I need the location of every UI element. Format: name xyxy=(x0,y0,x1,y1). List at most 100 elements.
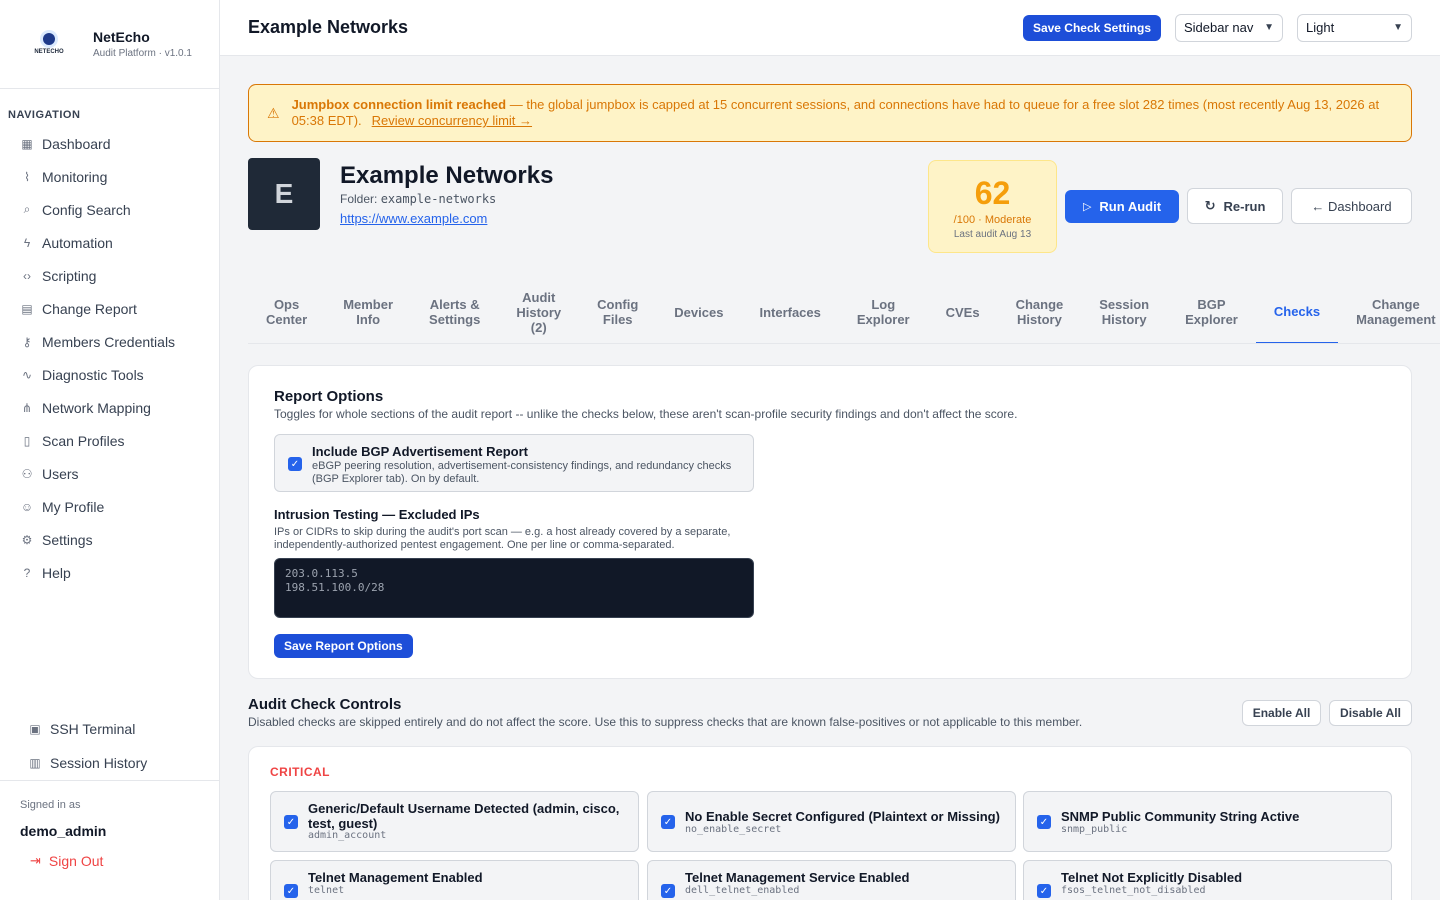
sidebar-item-diagnostic-tools[interactable]: ∿ Diagnostic Tools xyxy=(0,358,219,391)
bgp-report-checkbox[interactable]: ✓ xyxy=(288,457,302,471)
check-checkbox[interactable]: ✓ xyxy=(1037,884,1051,898)
sidebar-item-label: Settings xyxy=(42,531,93,548)
member-name: Example Networks xyxy=(340,162,554,189)
sidebar-item-settings[interactable]: ⚙ Settings xyxy=(0,523,219,556)
file-icon: ▯ xyxy=(23,433,31,448)
check-checkbox[interactable]: ✓ xyxy=(661,815,675,829)
nav-heading: NAVIGATION xyxy=(8,109,81,121)
tab-session-history[interactable]: Session History xyxy=(1081,280,1167,343)
check-checkbox[interactable]: ✓ xyxy=(284,884,298,898)
terminal-icon: ▣ xyxy=(29,722,41,736)
alert-title: Jumpbox connection limit reached xyxy=(291,97,507,112)
tab-cves[interactable]: CVEs xyxy=(928,280,998,343)
signed-in-panel: Signed in as demo_admin ⇥ Sign Out xyxy=(0,780,219,887)
tab-alerts-settings[interactable]: Alerts & Settings xyxy=(411,280,498,343)
rerun-button[interactable]: ↻ Re-run xyxy=(1187,188,1283,224)
bolt-icon: ϟ xyxy=(23,235,31,250)
sidebar-item-users[interactable]: ⚇ Users xyxy=(0,457,219,490)
search-icon: ⌕ xyxy=(23,202,31,216)
enable-all-button[interactable]: Enable All xyxy=(1242,700,1321,726)
check-item[interactable]: ✓ Telnet Management Service Enabled dell… xyxy=(647,860,1016,900)
checkmark-icon: ✓ xyxy=(663,885,673,897)
report-options-title: Report Options xyxy=(274,388,384,405)
bgp-report-title: Include BGP Advertisement Report xyxy=(312,444,528,459)
sidebar-item-dashboard[interactable]: ▦ Dashboard xyxy=(0,127,219,160)
check-checkbox[interactable]: ✓ xyxy=(1037,815,1051,829)
disable-all-button[interactable]: Disable All xyxy=(1329,700,1412,726)
tab-audit-history[interactable]: Audit History (2) xyxy=(498,280,579,343)
member-folder-label: Folder: xyxy=(340,192,381,206)
sidebar-item-scan-profiles[interactable]: ▯ Scan Profiles xyxy=(0,424,219,457)
check-item[interactable]: ✓ Telnet Not Explicitly Disabled fsos_te… xyxy=(1023,860,1392,900)
sidebar-item-session-history[interactable]: ▥ Session History xyxy=(0,746,219,780)
page-title: Example Networks xyxy=(248,17,409,37)
tab-interfaces[interactable]: Interfaces xyxy=(741,280,838,343)
activity-icon: ⌇ xyxy=(24,169,30,184)
sign-out-button[interactable]: ⇥ Sign Out xyxy=(30,853,199,869)
check-code: admin_account xyxy=(308,830,387,841)
sidebar-item-change-report[interactable]: ▤ Change Report xyxy=(0,292,219,325)
last-audit-date: Last audit Aug 13 xyxy=(953,229,1032,240)
back-to-dashboard-button[interactable]: ← Dashboard xyxy=(1291,188,1412,224)
bgp-report-option[interactable]: ✓ Include BGP Advertisement Report eBGP … xyxy=(274,434,754,492)
sidebar-item-config-search[interactable]: ⌕ Config Search xyxy=(0,193,219,226)
sidebar-item-scripting[interactable]: ‹› Scripting xyxy=(0,259,219,292)
check-code: no_enable_secret xyxy=(685,824,782,835)
sidebar-item-label: Scripting xyxy=(42,267,97,284)
sidebar-item-label: Network Mapping xyxy=(42,399,151,416)
excluded-ips-textarea[interactable]: 203.0.113.5 198.51.100.0/28 xyxy=(274,558,754,618)
report-options-description: Toggles for whole sections of the audit … xyxy=(274,407,1018,421)
tab-devices[interactable]: Devices xyxy=(656,280,741,343)
netecho-logo: NETECHO xyxy=(30,25,68,63)
logo-mark-icon xyxy=(43,33,55,45)
main-content: ⚠ Jumpbox connection limit reached — the… xyxy=(248,84,1412,258)
save-report-options-button[interactable]: Save Report Options xyxy=(274,634,413,658)
save-check-settings-button[interactable]: Save Check Settings xyxy=(1022,14,1161,41)
brand-name: NetEcho xyxy=(93,29,150,45)
check-item[interactable]: ✓ Generic/Default Username Detected (adm… xyxy=(270,791,639,852)
chevron-down-icon: ▼ xyxy=(1264,22,1274,33)
tab-change-history[interactable]: Change History xyxy=(998,280,1082,343)
check-checkbox[interactable]: ✓ xyxy=(284,815,298,829)
tab-ops-center[interactable]: Ops Center xyxy=(248,280,325,343)
sidebar-item-members-credentials[interactable]: ⚷ Members Credentials xyxy=(0,325,219,358)
jumpbox-alert: ⚠ Jumpbox connection limit reached — the… xyxy=(248,84,1412,142)
member-folder: Folder: example-networks xyxy=(340,192,496,206)
sidebar-item-automation[interactable]: ϟ Automation xyxy=(0,226,219,259)
audit-check-controls-description: Disabled checks are skipped entirely and… xyxy=(248,715,1083,729)
tab-log-explorer[interactable]: Log Explorer xyxy=(839,280,928,343)
warning-icon: ⚠ xyxy=(267,104,280,121)
tab-member-info[interactable]: Member Info xyxy=(325,280,411,343)
checkmark-icon: ✓ xyxy=(1039,885,1049,897)
key-icon: ⚷ xyxy=(22,334,32,349)
sidebar-nav-select[interactable]: Sidebar nav ▼ xyxy=(1175,13,1283,42)
sidebar-item-label: Automation xyxy=(42,234,113,251)
sidebar-item-ssh-terminal[interactable]: ▣ SSH Terminal xyxy=(0,712,219,746)
review-concurrency-link[interactable]: Review concurrency limit → xyxy=(372,113,532,128)
theme-select[interactable]: Light ▼ xyxy=(1297,13,1412,42)
sidebar-item-my-profile[interactable]: ☺ My Profile xyxy=(0,490,219,523)
member-avatar: E xyxy=(248,158,320,230)
users-icon: ⚇ xyxy=(21,466,33,481)
tab-config-files[interactable]: Config Files xyxy=(579,280,656,343)
chevron-down-icon: ▼ xyxy=(1393,22,1403,33)
intrusion-testing-title: Intrusion Testing — Excluded IPs xyxy=(274,507,480,522)
brand: NETECHO NetEcho Audit Platform · v1.0.1 xyxy=(0,0,219,89)
check-item[interactable]: ✓ No Enable Secret Configured (Plaintext… xyxy=(647,791,1016,852)
check-code: telnet xyxy=(308,885,345,896)
sidebar-item-help[interactable]: ? Help xyxy=(0,556,219,589)
sidebar-item-monitoring[interactable]: ⌇ Monitoring xyxy=(0,160,219,193)
member-url-link[interactable]: https://www.example.com xyxy=(340,211,487,226)
sidebar-item-network-mapping[interactable]: ⋔ Network Mapping xyxy=(0,391,219,424)
check-checkbox[interactable]: ✓ xyxy=(661,884,675,898)
check-item[interactable]: ✓ SNMP Public Community String Active sn… xyxy=(1023,791,1392,852)
check-title: Telnet Management Service Enabled xyxy=(685,870,910,885)
run-audit-button[interactable]: ▷ Run Audit xyxy=(1065,190,1179,223)
tab-bgp-explorer[interactable]: BGP Explorer xyxy=(1167,280,1256,343)
tab-checks[interactable]: Checks xyxy=(1255,280,1339,343)
document-icon: ▤ xyxy=(21,301,33,316)
check-item[interactable]: ✓ Telnet Management Enabled telnet xyxy=(270,860,639,900)
tab-change-management[interactable]: Change Management xyxy=(1338,280,1440,343)
checkmark-icon: ✓ xyxy=(663,816,673,828)
check-title: Telnet Management Enabled xyxy=(308,870,483,885)
